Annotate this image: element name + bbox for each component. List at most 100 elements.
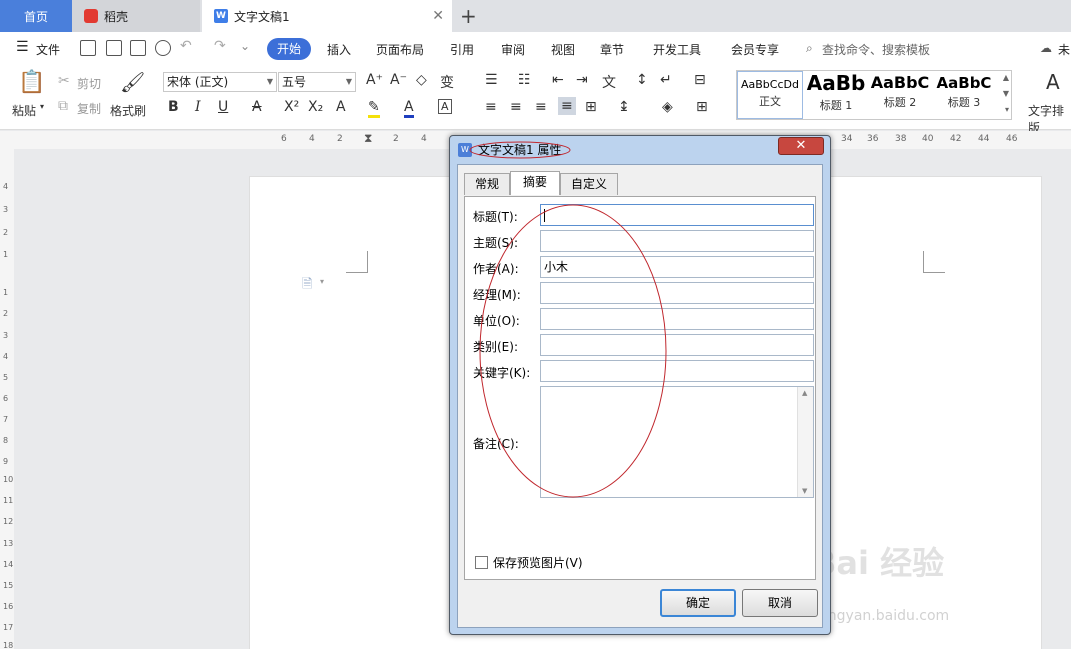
style-normal[interactable]: AaBbCcDd 正文 (737, 71, 803, 119)
tab-document[interactable]: W 文字文稿1 ✕ (202, 0, 452, 32)
ok-button[interactable]: 确定 (660, 589, 736, 617)
dialog-close-button[interactable]: ✕ (778, 137, 824, 155)
print-preview-icon[interactable] (155, 40, 171, 56)
sort-icon[interactable]: ↕ (636, 72, 648, 88)
menu-chapter[interactable]: 章节 (600, 41, 624, 58)
pinyin-icon[interactable]: 变 (440, 72, 454, 92)
style-gallery: AaBbCcDd 正文 AaBb 标题 1 AaBbC 标题 2 AaBbC 标… (736, 70, 1012, 120)
ruler-number: 6 (281, 134, 287, 144)
subscript-icon[interactable]: X₂ (308, 99, 323, 115)
print-icon[interactable] (130, 40, 146, 56)
italic-icon[interactable]: I (195, 99, 201, 115)
tab-bar: 首页 稻壳 W 文字文稿1 ✕ + (0, 0, 1071, 32)
text-layout-icon[interactable]: A (1046, 70, 1060, 94)
font-size-select[interactable]: 五号 ▼ (278, 72, 356, 92)
cancel-button[interactable]: 取消 (742, 589, 818, 617)
menu-view[interactable]: 视图 (551, 41, 575, 58)
fields-annotation-ellipse (479, 204, 667, 498)
close-tab-icon[interactable]: ✕ (432, 8, 444, 24)
font-color-icon[interactable]: A (404, 99, 414, 118)
gallery-scroll-down-icon[interactable]: ▼ (1003, 89, 1009, 98)
bold-icon[interactable]: B (168, 99, 179, 115)
ruler-number: 42 (950, 134, 962, 144)
tab-stops-icon[interactable]: ⊟ (694, 72, 706, 88)
distributed-icon[interactable]: ⊞ (585, 99, 597, 115)
gallery-expand-icon[interactable]: ▾ (1005, 105, 1009, 114)
style-heading-3[interactable]: AaBbC 标题 3 (933, 71, 995, 119)
char-border-icon[interactable]: A (438, 99, 452, 114)
style-heading-2[interactable]: AaBbC 标题 2 (869, 71, 931, 119)
gallery-scroll-up-icon[interactable]: ▲ (1003, 73, 1009, 82)
clear-format-icon[interactable]: ◇ (416, 72, 427, 88)
watermark-url: jingyan.baidu.com (820, 608, 950, 624)
cut-button[interactable]: 剪切 (77, 75, 101, 92)
grow-font-icon[interactable]: A⁺ (366, 72, 383, 88)
undo-icon[interactable]: ↶ (180, 38, 192, 54)
bullet-list-icon[interactable]: ☰ (485, 72, 498, 88)
menu-start[interactable]: 开始 (267, 38, 311, 60)
shrink-font-icon[interactable]: A⁻ (390, 72, 407, 88)
tab-summary[interactable]: 摘要 (510, 171, 560, 195)
menu-review[interactable]: 审阅 (501, 41, 525, 58)
chevron-down-icon[interactable]: ▾ (320, 277, 324, 286)
increase-indent-icon[interactable]: ⇥ (576, 72, 588, 88)
notes-scrollbar[interactable]: ▲ ▼ (797, 387, 813, 497)
export-pdf-icon[interactable] (106, 40, 122, 56)
add-tab-icon[interactable]: + (460, 4, 477, 28)
cut-icon[interactable]: ✂ (58, 73, 70, 89)
cloud-icon[interactable]: ☁ (1040, 41, 1052, 55)
justify-icon[interactable]: ≡ (558, 97, 576, 115)
decrease-indent-icon[interactable]: ⇤ (552, 72, 564, 88)
paste-icon[interactable]: 📋 (18, 70, 45, 95)
borders-icon[interactable]: ⊞ (696, 99, 708, 115)
strikethrough-icon[interactable]: A (252, 99, 262, 115)
numbered-list-icon[interactable]: ☷ (518, 72, 531, 88)
redo-icon[interactable]: ↷ (214, 38, 226, 54)
tab-general[interactable]: 常规 (464, 173, 510, 195)
scroll-down-icon[interactable]: ▼ (802, 487, 807, 495)
indent-marker-icon[interactable]: ⧗ (364, 131, 372, 146)
menu-member[interactable]: 会员专享 (731, 41, 779, 58)
menu-insert[interactable]: 插入 (327, 41, 351, 58)
underline-icon[interactable]: U (218, 99, 228, 115)
save-preview-label: 保存预览图片(V) (493, 556, 583, 570)
text-effect-icon[interactable]: A (336, 99, 346, 115)
menu-page-layout[interactable]: 页面布局 (376, 41, 424, 58)
font-name-select[interactable]: 宋体 (正文) ▼ (163, 72, 277, 92)
hamburger-icon[interactable]: ☰ (16, 39, 29, 55)
paste-button[interactable]: 粘贴 (12, 102, 36, 119)
summary-panel: 标题(T): 主题(S): 作者(A): 小木 经理(M): 单位(O): 类别… (464, 196, 816, 580)
ruler-number: 4 (309, 134, 315, 144)
tab-daoke[interactable]: 稻壳 (72, 0, 200, 32)
document-icon[interactable]: 🗎 (302, 275, 312, 297)
more-icon[interactable]: ⌄ (240, 39, 250, 53)
superscript-icon[interactable]: X² (284, 99, 299, 115)
tab-home[interactable]: 首页 (0, 0, 72, 32)
search-command-input[interactable]: 查找命令、搜索模板 (822, 41, 930, 58)
highlight-icon[interactable]: ✎ (368, 99, 380, 118)
align-right-icon[interactable]: ≡ (535, 99, 547, 115)
copy-icon[interactable]: ⧉ (58, 98, 68, 114)
save-icon[interactable] (80, 40, 96, 56)
tab-custom[interactable]: 自定义 (560, 173, 618, 195)
paste-dropdown-icon[interactable]: ▾ (40, 102, 44, 111)
ruler-number: 12 (3, 517, 14, 526)
menu-bar: ☰ 文件 ↶ ↷ ⌄ 开始 插入 页面布局 引用 审阅 视图 章节 开发工具 会… (0, 32, 1071, 66)
menu-file[interactable]: 文件 (36, 41, 60, 58)
align-left-icon[interactable]: ≡ (485, 99, 497, 115)
menu-developer[interactable]: 开发工具 (653, 41, 701, 58)
align-center-icon[interactable]: ≡ (510, 99, 522, 115)
shading-icon[interactable]: ◈ (662, 99, 673, 115)
chinese-layout-icon[interactable]: 文 (602, 72, 616, 92)
scroll-up-icon[interactable]: ▲ (802, 389, 807, 397)
format-painter-icon[interactable]: 🖌 (120, 70, 145, 94)
show-marks-icon[interactable]: ↵ (660, 72, 672, 88)
daoke-logo-icon (84, 9, 98, 23)
chevron-down-icon: ▼ (345, 77, 352, 86)
line-spacing-icon[interactable]: ↨ (618, 99, 630, 115)
copy-button[interactable]: 复制 (77, 100, 101, 117)
save-preview-checkbox[interactable] (475, 556, 488, 569)
menu-references[interactable]: 引用 (450, 41, 474, 58)
style-heading-1[interactable]: AaBb 标题 1 (805, 71, 867, 119)
format-painter-button[interactable]: 格式刷 (110, 102, 146, 119)
